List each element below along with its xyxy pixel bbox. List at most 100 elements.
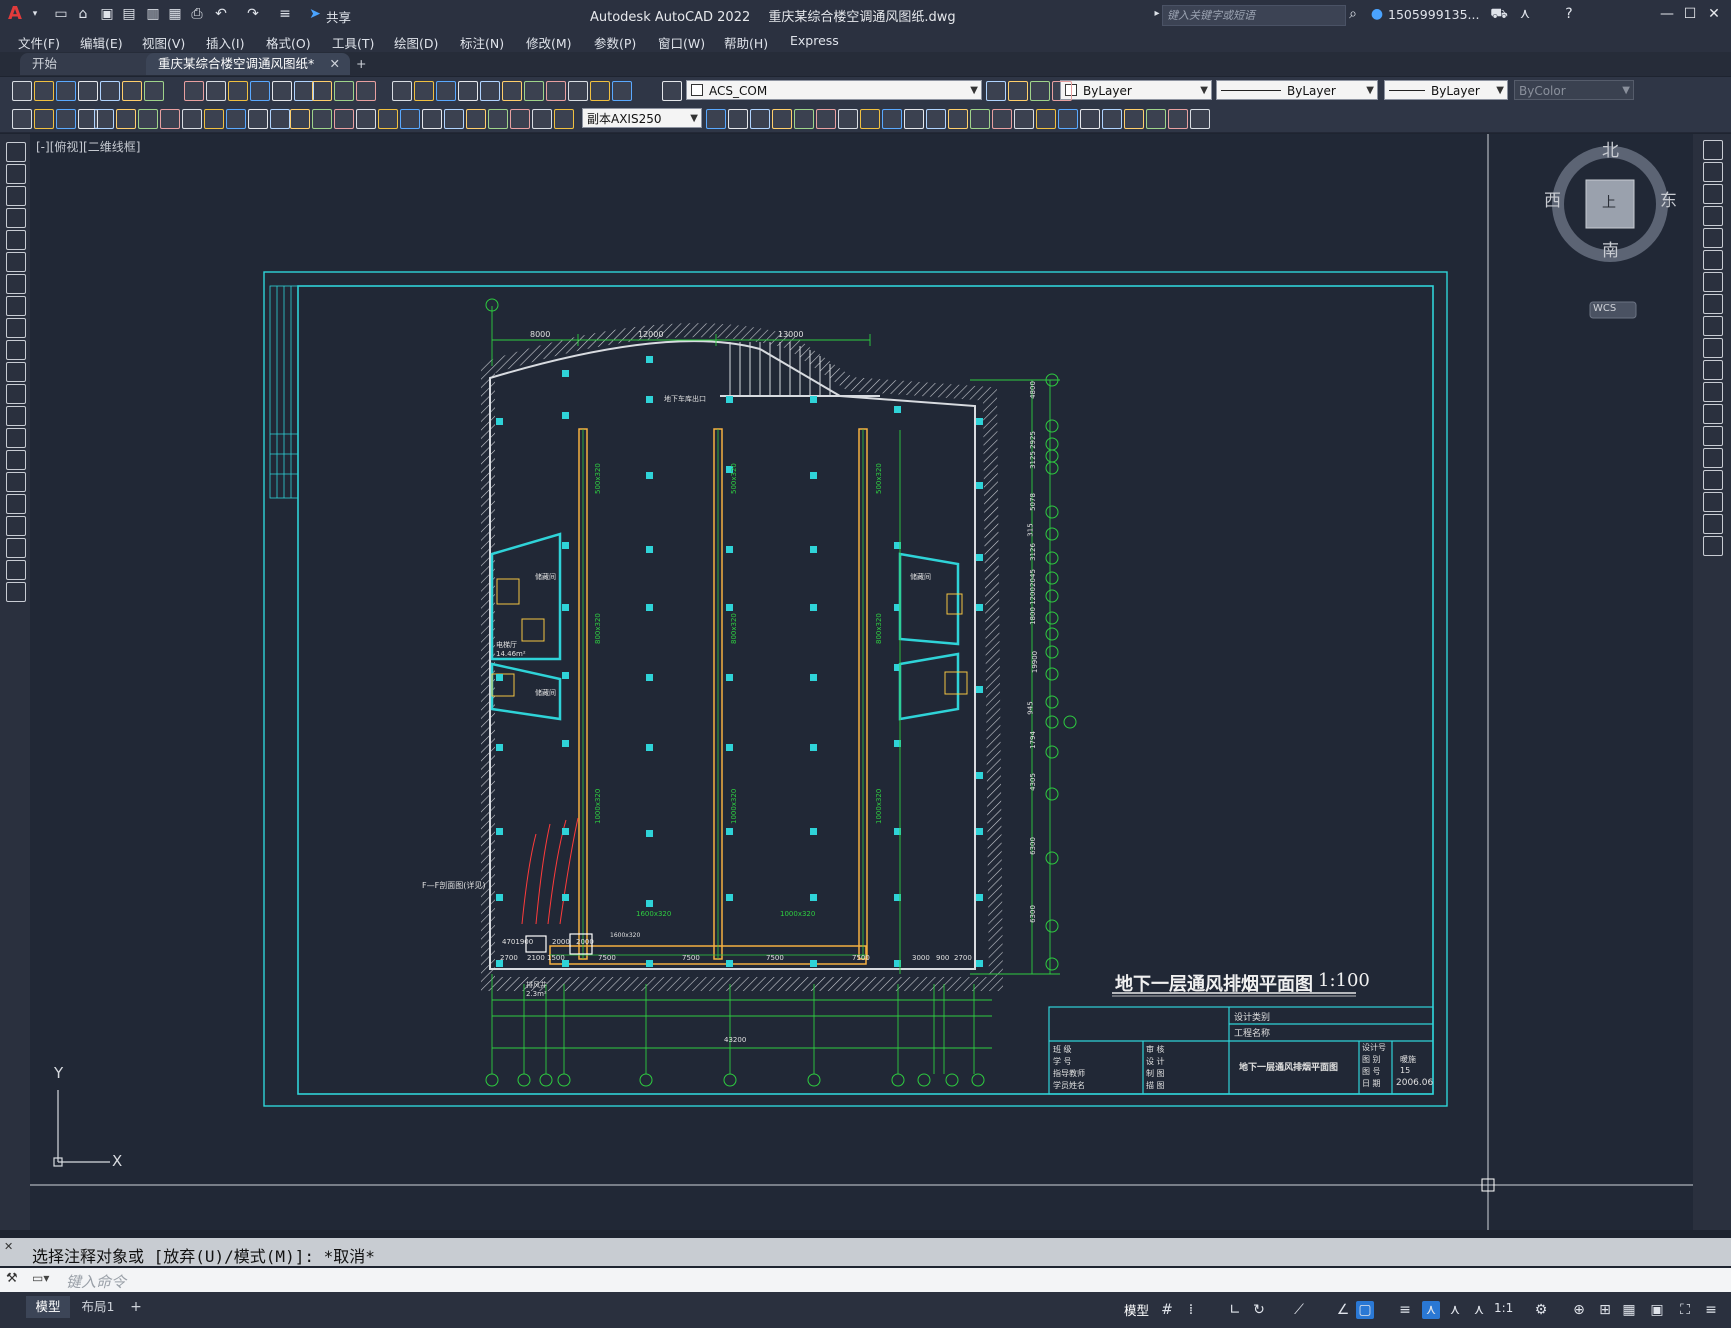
- toolbar-tool-icon[interactable]: [290, 109, 310, 129]
- toolbar-tool-icon[interactable]: [524, 81, 544, 101]
- toolbar-tool-icon[interactable]: [1102, 109, 1122, 129]
- modify-tool-icon[interactable]: [1703, 448, 1723, 468]
- modify-tool-icon[interactable]: [1703, 404, 1723, 424]
- menu-item[interactable]: 视图(V): [142, 33, 185, 52]
- toolbar-tool-icon[interactable]: [466, 109, 486, 129]
- draw-tool-icon[interactable]: [6, 296, 26, 316]
- lineweight-icon[interactable]: ≡: [1396, 1301, 1414, 1319]
- toolbar-tool-icon[interactable]: [444, 109, 464, 129]
- toolbar-tool-icon[interactable]: [510, 109, 530, 129]
- modify-tool-icon[interactable]: [1703, 294, 1723, 314]
- draw-tool-icon[interactable]: [6, 428, 26, 448]
- toolbar-tool-icon[interactable]: [970, 109, 990, 129]
- draw-tool-icon[interactable]: [6, 516, 26, 536]
- toolbar-tool-icon[interactable]: [590, 81, 610, 101]
- draw-tool-icon[interactable]: [6, 340, 26, 360]
- menu-item[interactable]: 插入(I): [206, 33, 244, 52]
- toolbar-tool-icon[interactable]: [414, 81, 434, 101]
- draw-tool-icon[interactable]: [6, 318, 26, 338]
- toolbar-tool-icon[interactable]: [904, 109, 924, 129]
- viewcube-north[interactable]: 北: [1602, 136, 1619, 161]
- share-icon[interactable]: ➤: [306, 5, 324, 23]
- ortho-icon[interactable]: ∟: [1226, 1301, 1244, 1319]
- toolbar-tool-icon[interactable]: [334, 81, 354, 101]
- modify-tool-icon[interactable]: [1703, 470, 1723, 490]
- annotation-monitor-icon[interactable]: ⊕: [1570, 1301, 1588, 1319]
- toolbar-tool-icon[interactable]: [568, 81, 588, 101]
- menu-item[interactable]: 编辑(E): [80, 33, 123, 52]
- draw-tool-icon[interactable]: [6, 362, 26, 382]
- toolbar-tool-icon[interactable]: [334, 109, 354, 129]
- toolbar-tool-icon[interactable]: [56, 109, 76, 129]
- toolbar-tool-icon[interactable]: [992, 109, 1012, 129]
- toolbar-tool-icon[interactable]: [248, 109, 268, 129]
- search-icon[interactable]: ⌕: [1344, 5, 1362, 23]
- toolbar-tool-icon[interactable]: [422, 109, 442, 129]
- app-menu-chevron-icon[interactable]: ▾: [26, 5, 44, 23]
- toolbar-tool-icon[interactable]: [1008, 81, 1028, 101]
- toolbar-tool-icon[interactable]: [1014, 109, 1034, 129]
- redo-icon[interactable]: ↷: [244, 5, 262, 23]
- toolbar-tool-icon[interactable]: [100, 81, 120, 101]
- menu-item[interactable]: Express: [790, 33, 839, 48]
- toolbar-tool-icon[interactable]: [400, 109, 420, 129]
- toolbar-tool-icon[interactable]: [488, 109, 508, 129]
- modify-tool-icon[interactable]: [1703, 206, 1723, 226]
- draw-tool-icon[interactable]: [6, 164, 26, 184]
- polar-icon[interactable]: ↻: [1250, 1301, 1268, 1319]
- tab-model[interactable]: 模型: [26, 1296, 70, 1318]
- toolbar-tool-icon[interactable]: [392, 81, 412, 101]
- save-as-icon[interactable]: ▤: [120, 5, 138, 23]
- model-space-toggle[interactable]: 模型: [1124, 1300, 1149, 1319]
- toolbar-tool-icon[interactable]: [436, 81, 456, 101]
- annotation-scale-icon[interactable]: ⋏: [1470, 1301, 1488, 1319]
- toolbar-tool-icon[interactable]: [1146, 109, 1166, 129]
- autodesk-app-icon[interactable]: ⋏: [1516, 5, 1534, 23]
- modify-tool-icon[interactable]: [1703, 250, 1723, 270]
- toolbar-tool-icon[interactable]: [706, 109, 726, 129]
- draw-tool-icon[interactable]: [6, 252, 26, 272]
- tab-start[interactable]: 开始: [20, 53, 164, 75]
- command-menu-icon[interactable]: ▭▾: [32, 1271, 49, 1285]
- menu-item[interactable]: 工具(T): [332, 33, 374, 52]
- osnap-icon[interactable]: ∠: [1334, 1301, 1352, 1319]
- tab-drawing[interactable]: 重庆某综合楼空调通风图纸* ✕: [146, 53, 350, 75]
- draw-tool-icon[interactable]: [6, 582, 26, 602]
- menu-item[interactable]: 帮助(H): [724, 33, 768, 52]
- draw-tool-icon[interactable]: [6, 494, 26, 514]
- command-close-icon[interactable]: ✕: [4, 1240, 13, 1253]
- modify-tool-icon[interactable]: [1703, 316, 1723, 336]
- plotstyle-dropdown[interactable]: ByColor ▼: [1514, 80, 1634, 100]
- toolbar-tool-icon[interactable]: [226, 109, 246, 129]
- modify-tool-icon[interactable]: [1703, 492, 1723, 512]
- graphics-performance-icon[interactable]: ▣: [1648, 1301, 1666, 1319]
- search-input[interactable]: 键入关键字或短语: [1162, 5, 1346, 26]
- quick-properties-icon[interactable]: ▦: [1620, 1301, 1638, 1319]
- modify-tool-icon[interactable]: [1703, 382, 1723, 402]
- toolbar-tool-icon[interactable]: [138, 109, 158, 129]
- toolbar-tool-icon[interactable]: [1168, 109, 1188, 129]
- menu-item[interactable]: 格式(O): [266, 33, 311, 52]
- new-file-icon[interactable]: ▭: [52, 5, 70, 23]
- annotation-scale[interactable]: 1:1: [1494, 1301, 1513, 1315]
- modify-tool-icon[interactable]: [1703, 272, 1723, 292]
- draw-tool-icon[interactable]: [6, 538, 26, 558]
- print-icon[interactable]: ⎙: [188, 5, 206, 23]
- object-snap-icon[interactable]: ▢: [1356, 1301, 1374, 1319]
- modify-tool-icon[interactable]: [1703, 360, 1723, 380]
- toolbar-tool-icon[interactable]: [860, 109, 880, 129]
- toolbar-tool-icon[interactable]: [816, 109, 836, 129]
- toolbar-tool-icon[interactable]: [986, 81, 1006, 101]
- publish-icon[interactable]: ▥: [144, 5, 162, 23]
- autocad-logo-icon[interactable]: A: [6, 5, 24, 23]
- toolbar-tool-icon[interactable]: [1052, 81, 1072, 101]
- toolbar-tool-icon[interactable]: [772, 109, 792, 129]
- linetype-dropdown[interactable]: ByLayer ▼: [1216, 80, 1378, 100]
- toolbar-tool-icon[interactable]: [480, 81, 500, 101]
- draw-tool-icon[interactable]: [6, 186, 26, 206]
- toolbar-tool-icon[interactable]: [750, 109, 770, 129]
- modify-tool-icon[interactable]: [1703, 426, 1723, 446]
- toolbar-tool-icon[interactable]: [1036, 109, 1056, 129]
- share-label[interactable]: 共享: [326, 7, 351, 26]
- toolbar-tool-icon[interactable]: [160, 109, 180, 129]
